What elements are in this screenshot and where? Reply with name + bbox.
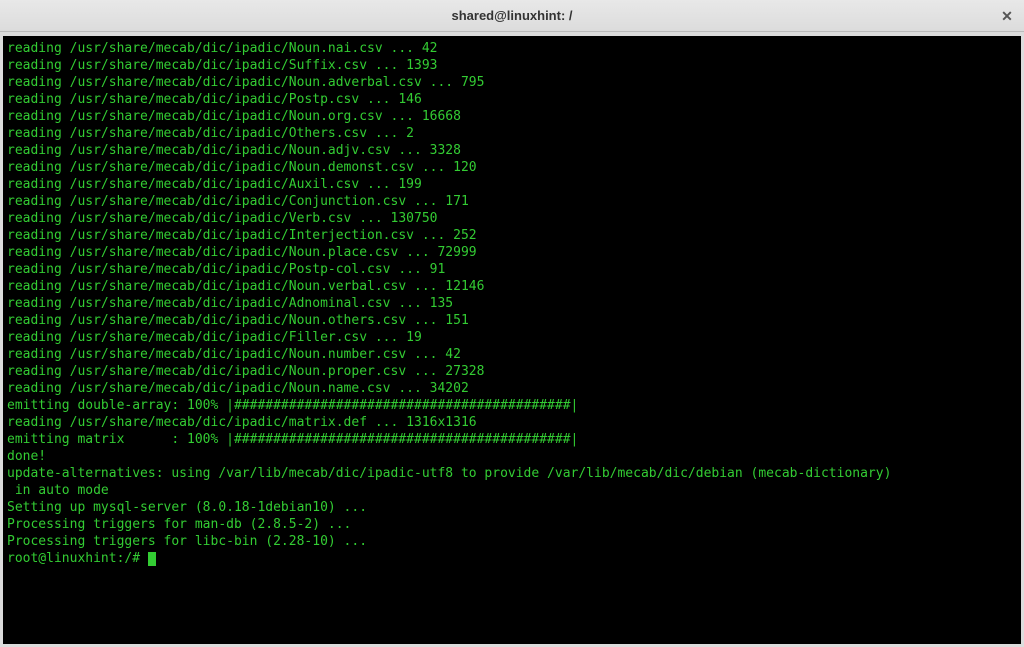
terminal-line: reading /usr/share/mecab/dic/ipadic/Noun… — [7, 380, 1017, 397]
cursor-icon — [148, 552, 156, 566]
terminal-line: done! — [7, 448, 1017, 465]
terminal-line: reading /usr/share/mecab/dic/ipadic/Noun… — [7, 363, 1017, 380]
terminal-prompt[interactable]: root@linuxhint:/# — [7, 550, 1017, 567]
terminal-line: reading /usr/share/mecab/dic/ipadic/Noun… — [7, 312, 1017, 329]
terminal-line: Processing triggers for man-db (2.8.5-2)… — [7, 516, 1017, 533]
close-icon[interactable]: ✕ — [998, 7, 1016, 25]
terminal-line: reading /usr/share/mecab/dic/ipadic/Noun… — [7, 278, 1017, 295]
terminal-line: reading /usr/share/mecab/dic/ipadic/Noun… — [7, 74, 1017, 91]
terminal-line: reading /usr/share/mecab/dic/ipadic/Fill… — [7, 329, 1017, 346]
terminal-line: update-alternatives: using /var/lib/meca… — [7, 465, 1017, 482]
terminal-line: reading /usr/share/mecab/dic/ipadic/Noun… — [7, 244, 1017, 261]
terminal-line: reading /usr/share/mecab/dic/ipadic/Conj… — [7, 193, 1017, 210]
terminal-line: Setting up mysql-server (8.0.18-1debian1… — [7, 499, 1017, 516]
terminal-line: reading /usr/share/mecab/dic/ipadic/Noun… — [7, 40, 1017, 57]
terminal-line: reading /usr/share/mecab/dic/ipadic/Adno… — [7, 295, 1017, 312]
window-titlebar: shared@linuxhint: / ✕ — [0, 0, 1024, 32]
terminal-line: reading /usr/share/mecab/dic/ipadic/Noun… — [7, 108, 1017, 125]
prompt-text: root@linuxhint:/# — [7, 551, 148, 566]
terminal-line: reading /usr/share/mecab/dic/ipadic/Verb… — [7, 210, 1017, 227]
terminal-line: emitting matrix : 100% |################… — [7, 431, 1017, 448]
terminal-line: reading /usr/share/mecab/dic/ipadic/matr… — [7, 414, 1017, 431]
terminal-output: reading /usr/share/mecab/dic/ipadic/Noun… — [7, 40, 1017, 567]
terminal-line: reading /usr/share/mecab/dic/ipadic/Noun… — [7, 142, 1017, 159]
terminal-line: Processing triggers for libc-bin (2.28-1… — [7, 533, 1017, 550]
terminal-line: reading /usr/share/mecab/dic/ipadic/Post… — [7, 91, 1017, 108]
terminal-line: in auto mode — [7, 482, 1017, 499]
terminal-line: reading /usr/share/mecab/dic/ipadic/Inte… — [7, 227, 1017, 244]
window-title: shared@linuxhint: / — [0, 8, 1024, 23]
terminal-line: reading /usr/share/mecab/dic/ipadic/Suff… — [7, 57, 1017, 74]
terminal-line: reading /usr/share/mecab/dic/ipadic/Post… — [7, 261, 1017, 278]
terminal-pane[interactable]: reading /usr/share/mecab/dic/ipadic/Noun… — [0, 32, 1024, 647]
terminal-line: reading /usr/share/mecab/dic/ipadic/Othe… — [7, 125, 1017, 142]
terminal-line: reading /usr/share/mecab/dic/ipadic/Noun… — [7, 346, 1017, 363]
terminal-line: reading /usr/share/mecab/dic/ipadic/Auxi… — [7, 176, 1017, 193]
terminal-line: emitting double-array: 100% |###########… — [7, 397, 1017, 414]
terminal-line: reading /usr/share/mecab/dic/ipadic/Noun… — [7, 159, 1017, 176]
